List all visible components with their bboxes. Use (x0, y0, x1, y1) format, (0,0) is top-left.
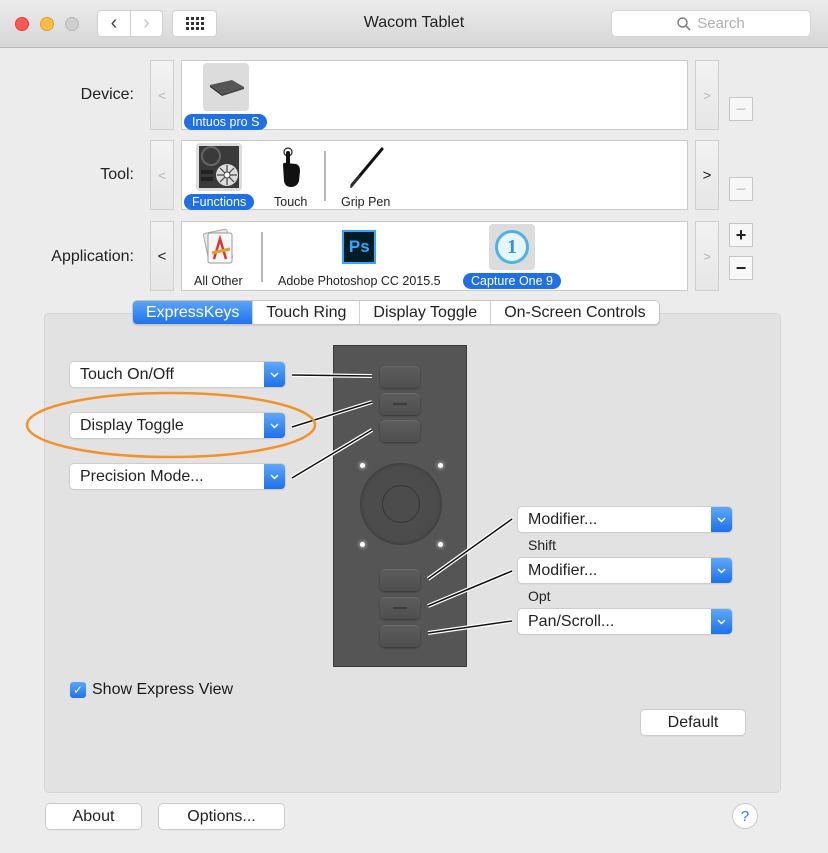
show-express-view-checkbox[interactable]: ✓ (70, 682, 86, 698)
chevron-down-icon (264, 464, 285, 489)
expresskey-2-popup[interactable]: Display Toggle (70, 413, 285, 438)
show-express-view-label[interactable]: Show Express View (92, 681, 233, 699)
expresskey-5-modifier-label: Opt (528, 588, 551, 604)
expresskey-4-modifier-label: Shift (528, 537, 557, 553)
chevron-down-icon (711, 507, 732, 532)
expresskey-3-popup[interactable]: Precision Mode... (70, 464, 285, 489)
default-button[interactable]: Default (641, 710, 745, 735)
help-button[interactable]: ? (733, 804, 757, 828)
checkmark-icon: ✓ (72, 683, 84, 697)
expresskey-1-popup[interactable]: Touch On/Off (70, 362, 285, 387)
chevron-down-icon (711, 558, 732, 583)
chevron-down-icon (711, 609, 732, 634)
expresskey-4-popup[interactable]: Modifier... (518, 507, 732, 532)
options-button[interactable]: Options... (159, 804, 284, 829)
question-mark-icon: ? (740, 807, 750, 825)
about-button[interactable]: About (46, 804, 141, 829)
chevron-down-icon (264, 413, 285, 438)
chevron-down-icon (264, 362, 285, 387)
expresskey-6-popup[interactable]: Pan/Scroll... (518, 609, 732, 634)
expresskey-5-popup[interactable]: Modifier... (518, 558, 732, 583)
